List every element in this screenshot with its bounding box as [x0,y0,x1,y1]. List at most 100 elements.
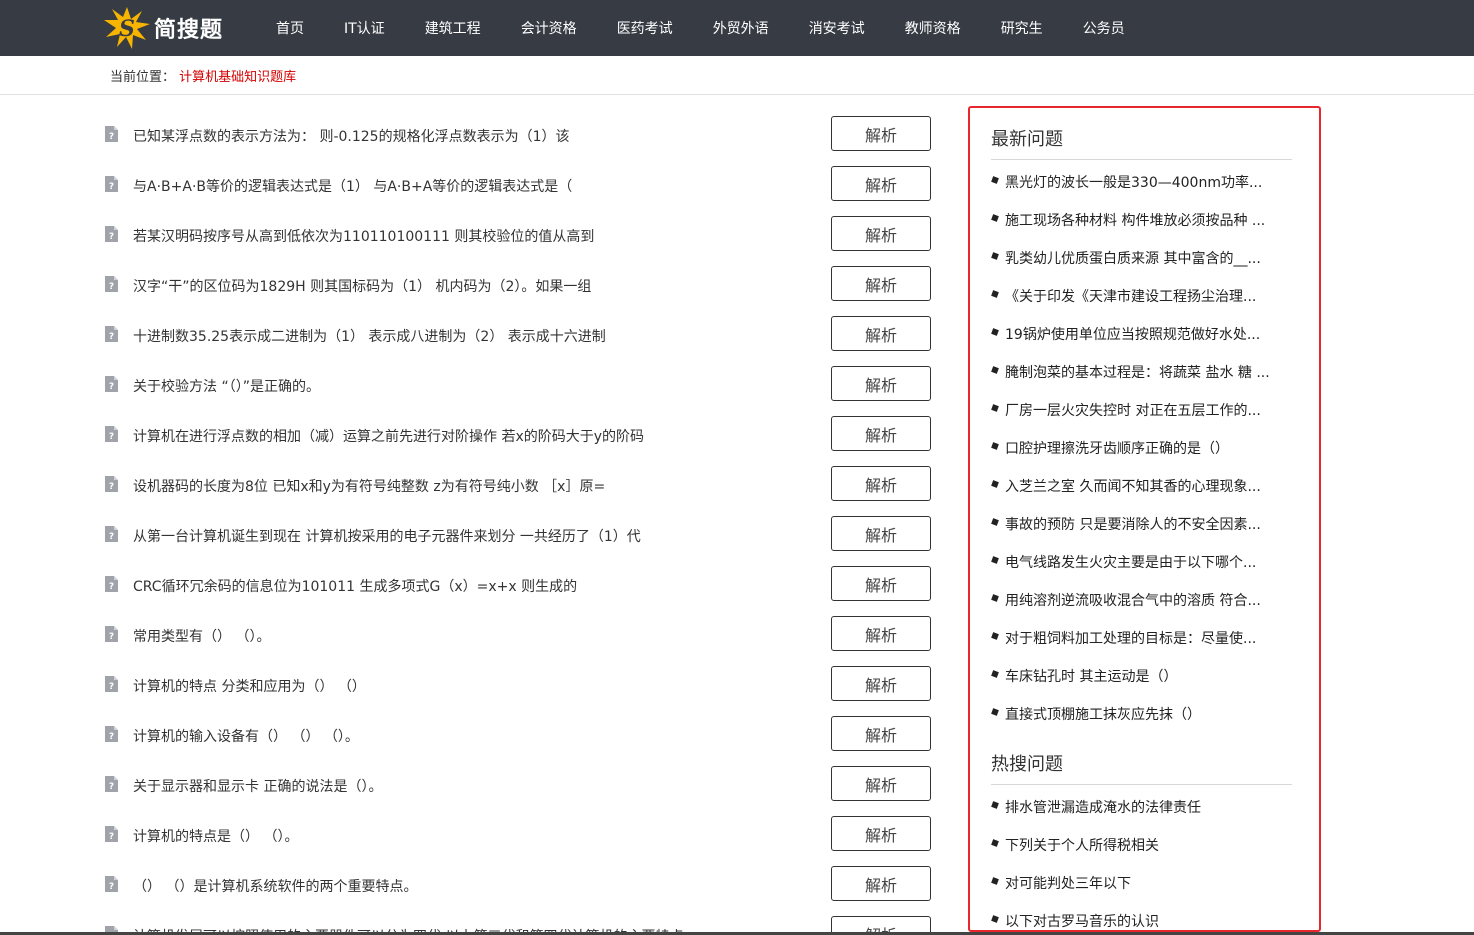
analysis-button[interactable]: 解析 [831,516,931,551]
nav-item-7[interactable]: 教师资格 [885,18,981,38]
hot-question-item[interactable]: 下列关于个人所得税相关 [991,835,1291,855]
top-navbar: S 简搜题 首页 IT认证 建筑工程 会计资格 医药考试 外贸外语 消安考试 教师资格 研究生公… [0,0,1474,56]
bullet-icon [991,214,999,222]
latest-question-item[interactable]: 19锅炉使用单位应当按照规范做好水处... [991,324,1291,344]
question-link[interactable]: （） （）是计算机系统软件的两个重要特点。 [133,876,823,896]
svg-text:?: ? [109,132,114,142]
bullet-icon [991,366,999,374]
svg-text:?: ? [109,482,114,492]
hot-questions-title: 热搜问题 [991,754,1063,775]
analysis-button[interactable]: 解析 [831,616,931,651]
analysis-button[interactable]: 解析 [831,666,931,701]
question-doc-icon: ? [105,676,118,692]
analysis-button[interactable]: 解析 [831,866,931,901]
question-doc-icon: ? [105,376,118,392]
question-doc-icon: ? [105,776,118,792]
analysis-button[interactable]: 解析 [831,216,931,251]
hot-question-item[interactable]: 排水管泄漏造成淹水的法律责任 [991,797,1291,817]
analysis-button[interactable]: 解析 [831,416,931,451]
analysis-button[interactable]: 解析 [831,366,931,401]
question-link[interactable]: 汉字“干”的区位码为1829H 则其国标码为（1） 机内码为（2）。如果一组 [133,276,823,296]
latest-question-item[interactable]: 电气线路发生火灾主要是由于以下哪个... [991,552,1291,572]
analysis-button[interactable]: 解析 [831,466,931,501]
analysis-button[interactable]: 解析 [831,266,931,301]
question-doc-icon: ? [105,126,118,142]
question-link[interactable]: 计算机的特点是（） （）。 [133,826,823,846]
question-link[interactable]: 若某汉明码按序号从高到低依次为110110100111 则其校验位的值从高到 [133,226,823,246]
question-link[interactable]: 从第一台计算机诞生到现在 计算机按采用的电子元器件来划分 一共经历了（1）代 [133,526,823,546]
bullet-icon [991,801,999,809]
nav-item-1[interactable]: IT认证 [324,18,405,38]
question-row: ? 常用类型有（） （）。 解析 [105,610,935,660]
hot-question-item[interactable]: 对可能判处三年以下 [991,873,1291,893]
latest-question-text: 厂房一层火灾失控时 对正在五层工作的... [1005,403,1261,419]
nav-item-4[interactable]: 医药考试 [597,18,693,38]
latest-question-item[interactable]: 口腔护理擦洗牙齿顺序正确的是（） [991,438,1291,458]
nav-item-6[interactable]: 消安考试 [789,18,885,38]
nav-item-3[interactable]: 会计资格 [501,18,597,38]
nav-item-8[interactable]: 研究生 [981,18,1063,38]
question-doc-icon: ? [105,426,118,442]
bullet-icon [991,556,999,564]
analysis-button[interactable]: 解析 [831,116,931,151]
nav-item-9[interactable]: 公务员 [1063,18,1145,38]
analysis-button[interactable]: 解析 [831,816,931,851]
latest-question-text: 事故的预防 只是要消除人的不安全因素... [1005,517,1261,533]
bullet-icon [991,252,999,260]
question-link[interactable]: 常用类型有（） （）。 [133,626,823,646]
latest-question-item[interactable]: 《关于印发《天津市建设工程扬尘治理... [991,286,1291,306]
latest-question-item[interactable]: 入芝兰之室 久而闻不知其香的心理现象... [991,476,1291,496]
latest-question-item[interactable]: 乳类幼儿优质蛋白质来源 其中富含的__... [991,248,1291,268]
hot-question-item[interactable]: 以下对古罗马音乐的认识 [991,911,1291,930]
analysis-button[interactable]: 解析 [831,766,931,801]
question-doc-icon: ? [105,726,118,742]
svg-text:?: ? [109,582,114,592]
question-row: ? 设机器码的长度为8位 已知x和y为有符号纯整数 z为有符号纯小数 ［x］原= 解… [105,460,935,510]
question-link[interactable]: 计算机的特点 分类和应用为（） （） [133,676,823,696]
question-link[interactable]: 已知某浮点数的表示方法为： 则-0.125的规格化浮点数表示为（1）该 [133,126,823,146]
latest-question-item[interactable]: 施工现场各种材料 构件堆放必须按品种 ... [991,210,1291,230]
analysis-button[interactable]: 解析 [831,166,931,201]
nav-item-5[interactable]: 外贸外语 [693,18,789,38]
brand-name: 简搜题 [154,18,224,43]
latest-question-item[interactable]: 直接式顶棚施工抹灰应先抹（） [991,704,1291,724]
latest-question-item[interactable]: 腌制泡菜的基本过程是：将蔬菜 盐水 糖 ... [991,362,1291,382]
question-link[interactable]: CRC循环冗余码的信息位为101011 生成多项式G（x）=x+x 则生成的 [133,576,823,596]
question-link[interactable]: 计算机的输入设备有（） （） （）。 [133,726,823,746]
latest-question-item[interactable]: 车床钻孔时 其主运动是（） [991,666,1291,686]
question-row: ? 已知某浮点数的表示方法为： 则-0.125的规格化浮点数表示为（1）该 解析 [105,110,935,160]
question-link[interactable]: 十进制数35.25表示成二进制为（1） 表示成八进制为（2） 表示成十六进制 [133,326,823,346]
breadcrumb-current[interactable]: 计算机基础知识题库 [179,70,296,85]
latest-question-item[interactable]: 事故的预防 只是要消除人的不安全因素... [991,514,1291,534]
nav-item-0[interactable]: 首页 [256,18,324,38]
bullet-icon [991,670,999,678]
question-link[interactable]: 与A·B+A·B等价的逻辑表达式是（1） 与A·B+A等价的逻辑表达式是（ [133,176,823,196]
site-logo[interactable]: S 简搜题 [104,6,223,50]
latest-question-item[interactable]: 黑光灯的波长一般是330—400nm功率... [991,172,1291,192]
main-nav: 首页 IT认证 建筑工程 会计资格 医药考试 外贸外语 消安考试 教师资格 研究生 公务员 [256,0,1145,56]
question-doc-icon: ? [105,176,118,192]
bullet-icon [991,839,999,847]
question-row: ? 与A·B+A·B等价的逻辑表达式是（1） 与A·B+A等价的逻辑表达式是（ 解析 [105,160,935,210]
analysis-button[interactable]: 解析 [831,566,931,601]
analysis-button[interactable]: 解析 [831,316,931,351]
analysis-button[interactable]: 解析 [831,716,931,751]
svg-text:?: ? [109,682,114,692]
question-link[interactable]: 关于校验方法 “（）”是正确的。 [133,376,823,396]
nav-item-2[interactable]: 建筑工程 [405,18,501,38]
question-link[interactable]: 计算机在进行浮点数的相加（减）运算之前先进行对阶操作 若x的阶码大于y的阶码 [133,426,823,446]
question-doc-icon: ? [105,626,118,642]
question-doc-icon: ? [105,476,118,492]
question-row: ? 十进制数35.25表示成二进制为（1） 表示成八进制为（2） 表示成十六进制解… [105,310,935,360]
latest-question-text: 直接式顶棚施工抹灰应先抹（） [1005,707,1201,723]
question-doc-icon: ? [105,326,118,342]
question-link[interactable]: 设机器码的长度为8位 已知x和y为有符号纯整数 z为有符号纯小数 ［x］原= [133,476,823,496]
latest-question-text: 《关于印发《天津市建设工程扬尘治理... [1005,289,1257,305]
question-link[interactable]: 关于显示器和显示卡 正确的说法是（）。 [133,776,823,796]
question-row: ? 若某汉明码按序号从高到低依次为110110100111 则其校验位的值从高到解… [105,210,935,260]
latest-question-text: 口腔护理擦洗牙齿顺序正确的是（） [1005,441,1229,457]
latest-question-item[interactable]: 用纯溶剂逆流吸收混合气中的溶质 符合... [991,590,1291,610]
latest-question-item[interactable]: 厂房一层火灾失控时 对正在五层工作的... [991,400,1291,420]
latest-question-item[interactable]: 对于粗饲料加工处理的目标是：尽量使... [991,628,1291,648]
breadcrumb: 当前位置： 计算机基础知识题库 [110,66,296,85]
